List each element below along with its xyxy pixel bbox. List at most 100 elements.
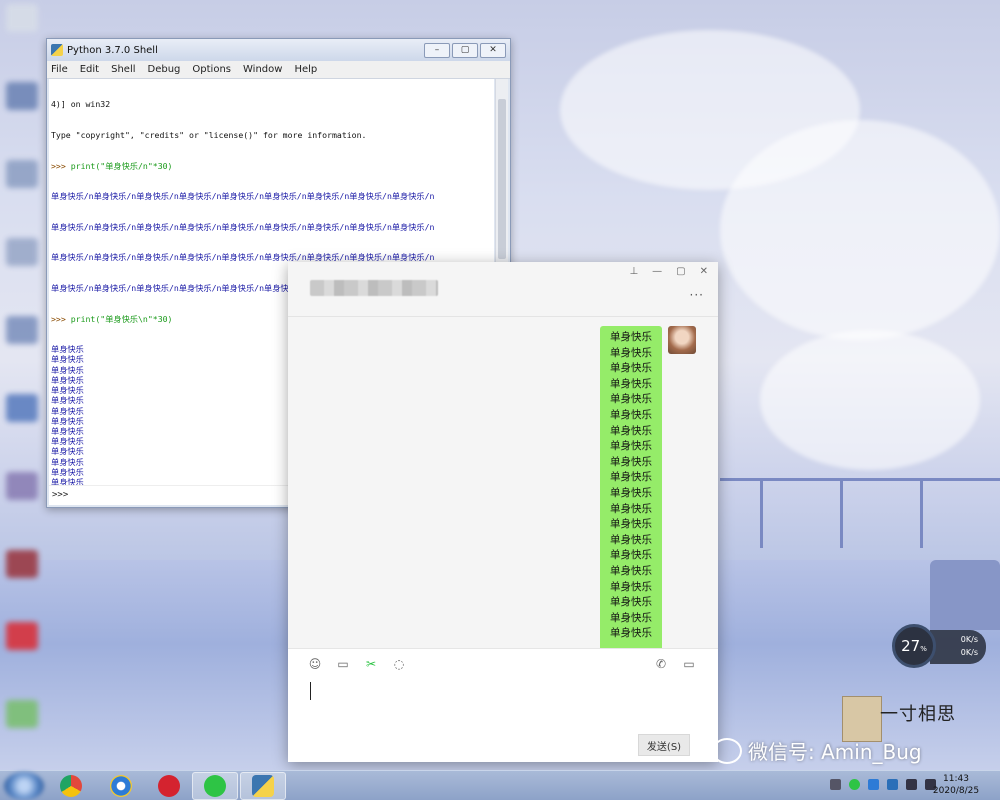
desktop-icon[interactable]: [6, 316, 38, 344]
shell-command: print("单身快乐\n"*30): [70, 313, 173, 324]
wallpaper-cloud: [760, 330, 980, 470]
wallpaper-railing-post: [760, 478, 763, 548]
tray-app-icon[interactable]: [868, 779, 879, 790]
desktop-icon[interactable]: [6, 622, 38, 650]
desktop-icon[interactable]: [6, 160, 38, 188]
shell-output-line: 单身快乐/n单身快乐/n单身快乐/n单身快乐/n单身快乐/n单身快乐/n单身快乐…: [51, 191, 435, 202]
send-button[interactable]: 发送(S): [638, 734, 690, 756]
chat-message-area[interactable]: 单身快乐 单身快乐 单身快乐 单身快乐 单身快乐 单身快乐 单身快乐 单身快乐 单身快乐 单身快乐…: [288, 318, 718, 648]
start-button[interactable]: [4, 772, 44, 800]
desktop-icon[interactable]: [6, 472, 38, 500]
shell-output-line: 单身快乐/n单身快乐/n单身快乐/n单身快乐/n单身快乐/n单身快乐/n单身快乐…: [51, 221, 435, 232]
internet-explorer-icon: [110, 775, 132, 797]
menu-file[interactable]: File: [51, 64, 68, 75]
close-button[interactable]: ✕: [480, 42, 506, 58]
desktop-icon[interactable]: [6, 4, 38, 32]
message-text-line: 单身快乐: [610, 424, 652, 437]
taskbar-python[interactable]: [240, 772, 286, 800]
performance-widget[interactable]: 0K/s 0K/s 27%: [892, 624, 988, 668]
wallpaper-booth: [930, 560, 1000, 630]
message-text-line: 单身快乐: [610, 549, 652, 562]
phone-icon[interactable]: ✆: [654, 657, 668, 671]
cpu-value: 27: [901, 637, 921, 655]
menu-edit[interactable]: Edit: [80, 64, 99, 75]
message-text-line: 单身快乐: [610, 486, 652, 499]
security-icon[interactable]: [887, 779, 898, 790]
taskbar-netease-music[interactable]: [146, 772, 192, 800]
wechat-tray-icon[interactable]: [849, 779, 860, 790]
taskbar-chrome[interactable]: [48, 772, 94, 800]
network-icon[interactable]: [906, 779, 917, 790]
window-title: Python 3.7.0 Shell: [67, 44, 158, 56]
wechat-icon: [204, 775, 226, 797]
system-tray: [830, 779, 936, 790]
message-bubble[interactable]: 单身快乐 单身快乐 单身快乐 单身快乐 单身快乐 单身快乐 单身快乐 单身快乐 单身快乐 单身快乐…: [600, 326, 662, 648]
python-icon: [51, 44, 63, 56]
desktop-icons: [0, 0, 44, 770]
video-call-icon[interactable]: ▭: [682, 657, 696, 671]
desktop-icon[interactable]: [6, 700, 38, 728]
wallpaper-railing-post: [840, 478, 843, 548]
taskbar: 11:43 2020/8/25: [0, 770, 1000, 800]
stamp-text: 一寸相思: [880, 704, 956, 725]
python-icon: [252, 775, 274, 797]
message-text-line: 单身快乐: [610, 362, 652, 375]
chat-toolbar: ☺ ▭ ✂ ◌ ✆ ▭: [288, 648, 718, 678]
upload-speed: 0K/s: [960, 635, 978, 644]
taskbar-wechat[interactable]: [192, 772, 238, 800]
text-caret: [310, 682, 311, 700]
shell-command-line: >>> print("单身快乐/n"*30): [51, 161, 494, 171]
message-text-line: 单身快乐: [610, 564, 652, 577]
wechat-watermark: 微信号: Amin_Bug: [712, 736, 922, 765]
desktop-icon[interactable]: [6, 550, 38, 578]
folder-icon[interactable]: ▭: [336, 657, 350, 671]
menu-window[interactable]: Window: [243, 64, 282, 75]
chat-history-icon[interactable]: ◌: [392, 657, 406, 671]
wechat-chat-window[interactable]: ⊥ — ▢ ✕ ··· 单身快乐 单身快乐 单身快乐 单身快乐 单身快乐 单身快乐 单身快乐…: [288, 262, 718, 762]
more-options-icon[interactable]: ···: [690, 288, 704, 302]
clock-date: 2020/8/25: [932, 786, 980, 796]
menu-bar: File Edit Shell Debug Options Window Hel…: [47, 61, 510, 79]
cpu-unit: %: [920, 644, 927, 653]
message-text-line: 单身快乐: [610, 533, 652, 546]
message-text-line: 单身快乐: [610, 377, 652, 390]
python-titlebar[interactable]: Python 3.7.0 Shell – ▢ ✕: [47, 39, 510, 61]
emoji-icon[interactable]: ☺: [308, 657, 322, 671]
shell-header-line: Type "copyright", "credits" or "license(…: [51, 130, 367, 141]
system-clock[interactable]: 11:43 2020/8/25: [926, 773, 986, 797]
minimize-button[interactable]: —: [652, 266, 662, 277]
menu-debug[interactable]: Debug: [148, 64, 181, 75]
maximize-button[interactable]: ▢: [452, 42, 478, 58]
message-text-line: 单身快乐: [610, 346, 652, 359]
clock-time: 11:43: [943, 774, 969, 784]
scissors-icon[interactable]: ✂: [364, 657, 378, 671]
shell-prompt: >>>: [51, 160, 71, 171]
taskbar-ie[interactable]: [98, 772, 144, 800]
minimize-button[interactable]: –: [424, 42, 450, 58]
chat-header: ⊥ — ▢ ✕ ···: [288, 262, 718, 317]
avatar[interactable]: [668, 326, 696, 354]
desktop-icon[interactable]: [6, 394, 38, 422]
message-text-line: 单身快乐: [610, 393, 652, 406]
contact-name-blurred: [310, 280, 438, 296]
message-text-line: 单身快乐: [610, 502, 652, 515]
download-speed: 0K/s: [960, 648, 978, 657]
desktop-icon[interactable]: [6, 82, 38, 110]
close-button[interactable]: ✕: [700, 266, 708, 277]
cpu-usage-ring: 27%: [892, 624, 936, 668]
maximize-button[interactable]: ▢: [676, 266, 685, 277]
shell-header-line: 4)] on win32: [51, 99, 111, 110]
message-text-line: 单身快乐: [610, 627, 652, 640]
message-text-line: 单身快乐: [610, 455, 652, 468]
message-text-line: 单身快乐: [610, 580, 652, 593]
menu-shell[interactable]: Shell: [111, 64, 135, 75]
keyboard-icon[interactable]: [830, 779, 841, 790]
desktop-icon[interactable]: [6, 238, 38, 266]
message-input[interactable]: 发送(S): [288, 678, 718, 762]
shell-prompt: >>>: [51, 313, 71, 324]
pin-icon[interactable]: ⊥: [629, 266, 638, 277]
menu-options[interactable]: Options: [192, 64, 231, 75]
menu-help[interactable]: Help: [294, 64, 317, 75]
message-text-line: 单身快乐: [610, 471, 652, 484]
scrollbar-thumb[interactable]: [498, 99, 506, 259]
